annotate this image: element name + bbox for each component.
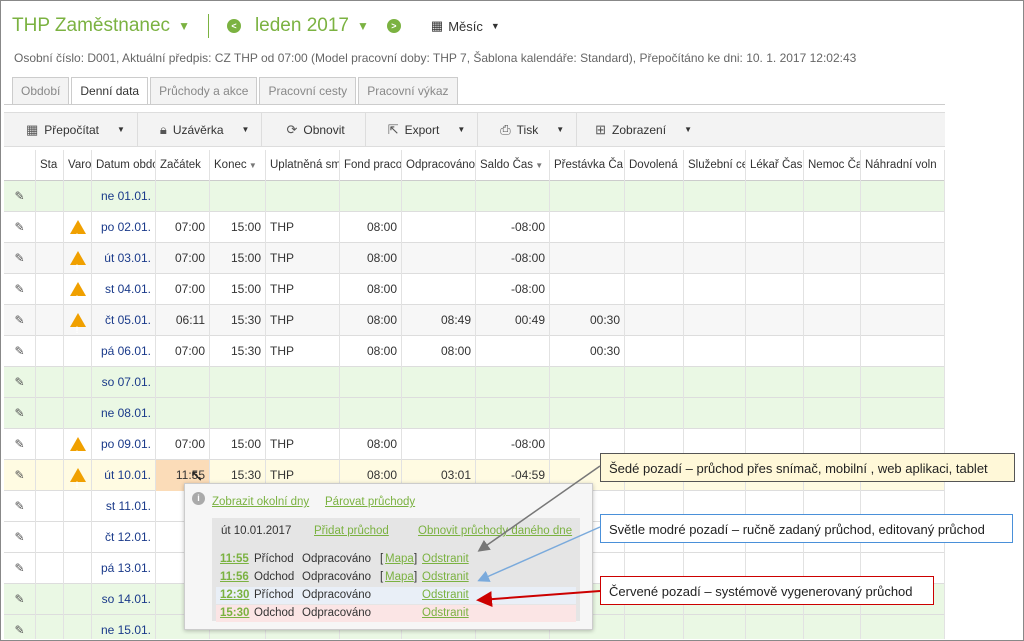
arrow-red <box>476 590 601 608</box>
callout-arrows <box>476 465 601 608</box>
arrow-blue <box>477 526 601 582</box>
arrow-gray <box>477 465 601 552</box>
